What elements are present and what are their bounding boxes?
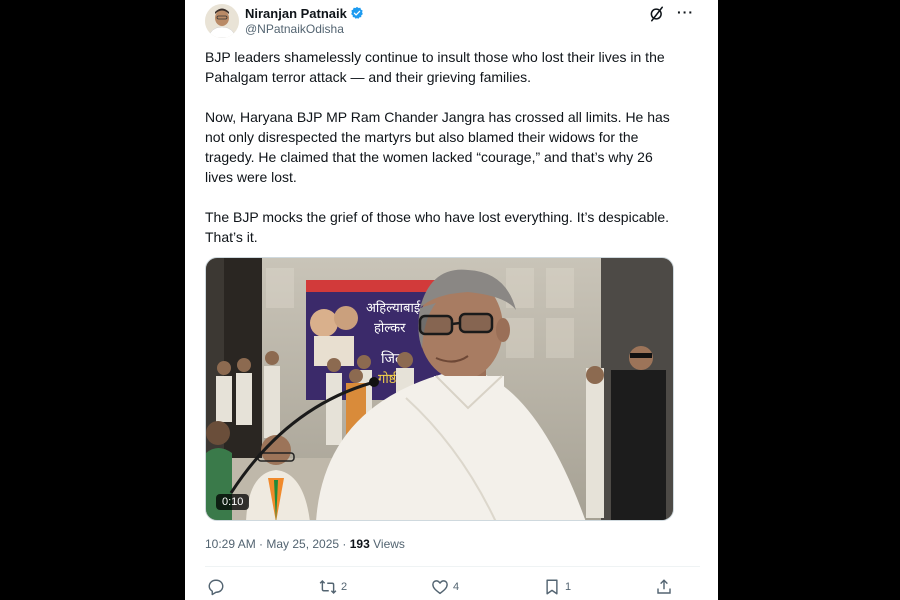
author-handle[interactable]: @NPatnaikOdisha — [245, 22, 344, 36]
video-duration: 0:10 — [216, 494, 250, 510]
tweet-paragraph: The BJP mocks the grief of those who hav… — [205, 209, 670, 245]
repost-count: 2 — [341, 581, 348, 593]
reply-button[interactable] — [207, 576, 229, 598]
tweet-card: Niranjan Patnaik @NPatnaikOdisha ··· BJP… — [185, 0, 718, 600]
banner-line: अहिल्याबाई — [366, 300, 421, 316]
more-options-icon[interactable]: ··· — [677, 4, 694, 20]
tweet-paragraph: BJP leaders shamelessly continue to insu… — [205, 49, 665, 85]
reply-icon — [208, 579, 224, 596]
bookmark-icon — [546, 579, 558, 595]
share-icon — [657, 579, 671, 594]
video-frame: अहिल्याबाई होल्कर जिला गोष्ठी — [206, 258, 673, 520]
bookmark-button[interactable]: 1 — [543, 576, 571, 598]
views-label: Views — [369, 537, 405, 551]
author-name-row[interactable]: Niranjan Patnaik — [245, 6, 364, 21]
bookmark-count: 1 — [565, 581, 572, 593]
action-bar: 2 4 1 — [207, 576, 696, 598]
divider — [205, 566, 700, 567]
tweet-header: Niranjan Patnaik @NPatnaikOdisha ··· — [205, 4, 700, 40]
tweet-text: BJP leaders shamelessly continue to insu… — [205, 47, 677, 247]
verified-badge-icon — [350, 6, 364, 20]
share-button[interactable] — [655, 576, 677, 598]
video-player[interactable]: अहिल्याबाई होल्कर जिला गोष्ठी 0:10 — [205, 257, 674, 521]
author-name[interactable]: Niranjan Patnaik — [245, 6, 347, 21]
avatar[interactable] — [205, 4, 239, 38]
tweet-timestamp[interactable]: 10:29 AM · May 25, 2025 · — [205, 537, 350, 551]
banner-line: होल्कर — [374, 320, 406, 336]
tweet-meta: 10:29 AM · May 25, 2025 · 193 Views — [205, 537, 405, 551]
like-button[interactable]: 4 — [431, 576, 459, 598]
views-count: 193 — [349, 537, 370, 551]
grok-icon[interactable] — [648, 5, 666, 23]
like-icon — [432, 580, 448, 595]
like-count: 4 — [453, 581, 460, 593]
repost-icon — [319, 579, 337, 595]
repost-button[interactable]: 2 — [319, 576, 347, 598]
tweet-paragraph: Now, Haryana BJP MP Ram Chander Jangra h… — [205, 109, 670, 185]
